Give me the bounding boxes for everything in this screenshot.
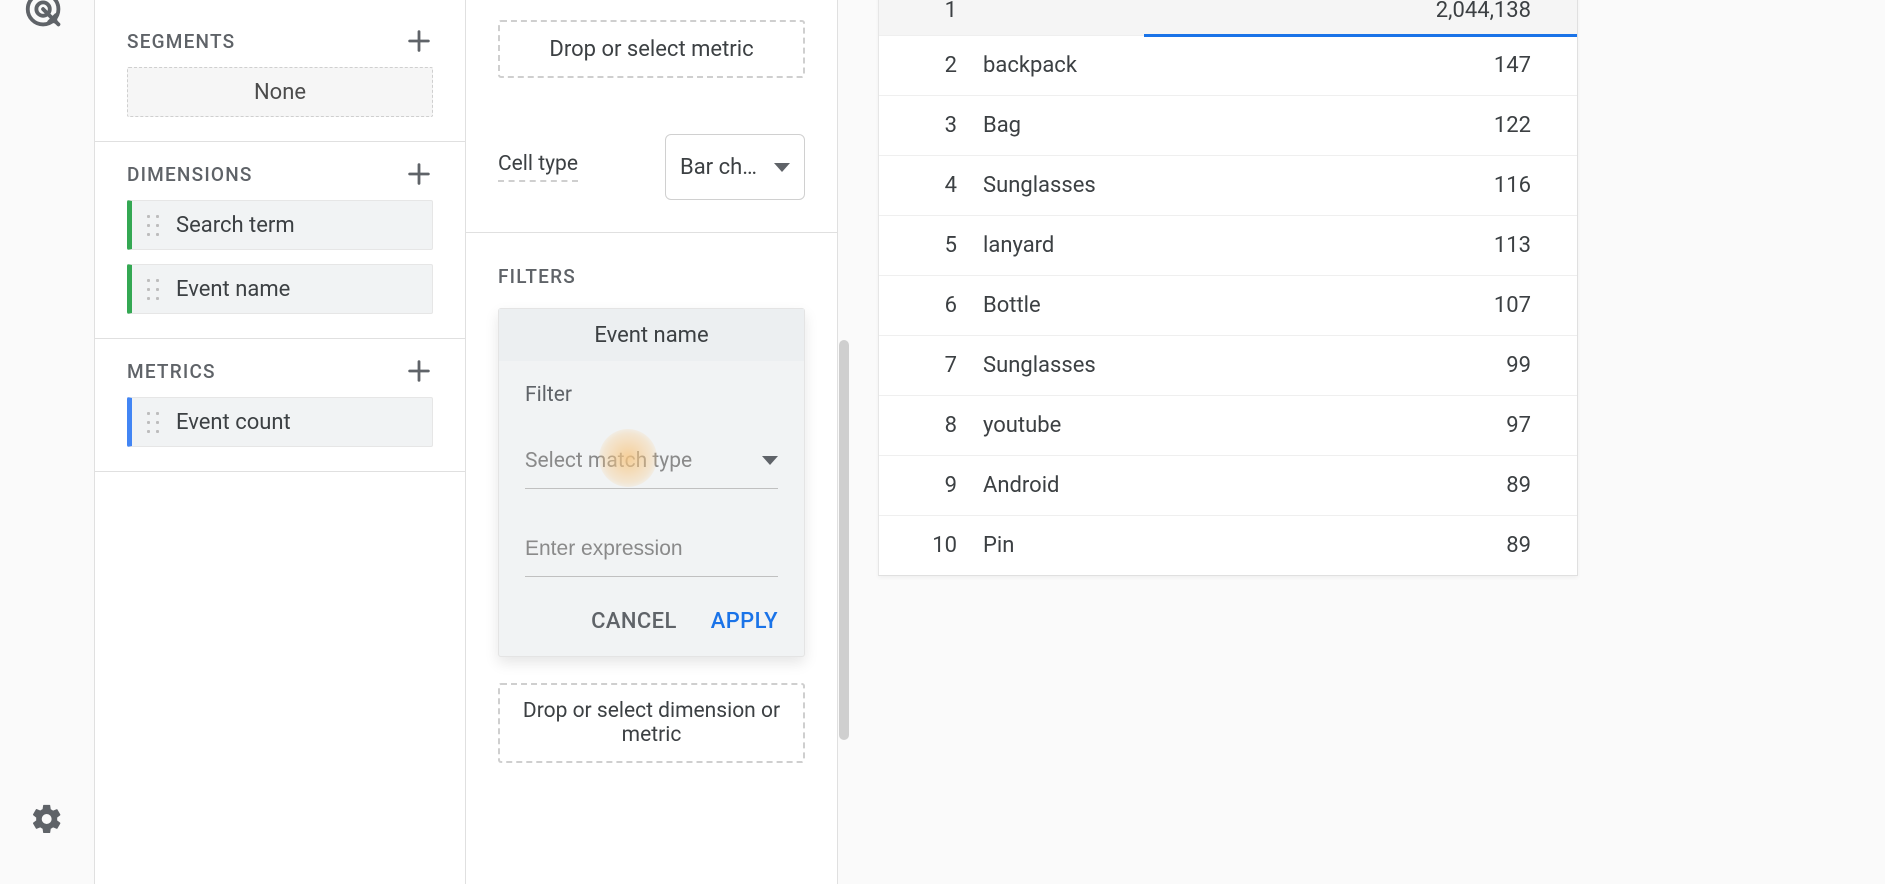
filter-label: Filter	[525, 383, 778, 407]
row-term: Pin	[975, 533, 1145, 558]
row-value: 116	[1145, 173, 1577, 198]
segments-title: SEGMENTS	[127, 30, 235, 53]
dimension-chip[interactable]: Search term	[127, 200, 433, 250]
table-row[interactable]: 5 lanyard 113	[879, 215, 1577, 275]
row-index: 7	[879, 353, 975, 378]
row-term: Bag	[975, 113, 1145, 138]
filter-expression-input-wrapper	[525, 521, 778, 577]
filter-panel: Event name Filter Select match type CANC…	[498, 308, 805, 657]
dimensions-title: DIMENSIONS	[127, 163, 253, 186]
filters-title: FILTERS	[498, 265, 805, 288]
cell-type-label: Cell type	[498, 152, 578, 182]
row-term: Android	[975, 473, 1145, 498]
row-term: youtube	[975, 413, 1145, 438]
metric-chip-label: Event count	[176, 410, 291, 435]
cell-type-select[interactable]: Bar ch…	[665, 134, 805, 200]
drag-handle-icon[interactable]	[144, 409, 162, 435]
drop-dimension-metric-zone[interactable]: Drop or select dimension or metric	[498, 683, 805, 763]
results-panel: 1 2,044,138 2 backpack 147 3 Bag 122 4 S…	[838, 0, 1885, 884]
row-index: 10	[879, 533, 975, 558]
row-value: 107	[1145, 293, 1577, 318]
row-index: 4	[879, 173, 975, 198]
filter-dimension-chip[interactable]: Event name	[499, 309, 804, 361]
add-metric-button[interactable]	[405, 357, 433, 385]
cell-type-value: Bar ch…	[680, 155, 757, 180]
table-row[interactable]: 6 Bottle 107	[879, 275, 1577, 335]
section-divider	[466, 232, 837, 233]
gear-icon[interactable]	[30, 802, 64, 836]
row-index: 9	[879, 473, 975, 498]
table-row[interactable]: 8 youtube 97	[879, 395, 1577, 455]
left-icon-rail	[0, 0, 94, 884]
table-row[interactable]: 3 Bag 122	[879, 95, 1577, 155]
row-index: 6	[879, 293, 975, 318]
metrics-title: METRICS	[127, 360, 216, 383]
row-index: 3	[879, 113, 975, 138]
row-term: Sunglasses	[975, 353, 1145, 378]
row-term: backpack	[975, 53, 1145, 78]
table-header-index: 1	[879, 0, 975, 23]
table-row[interactable]: 2 backpack 147	[879, 35, 1577, 95]
cancel-button[interactable]: CANCEL	[591, 609, 677, 634]
metrics-section: METRICS Event count	[95, 339, 465, 472]
row-value: 99	[1145, 353, 1577, 378]
variables-panel: SEGMENTS None DIMENSIONS Search term Eve…	[94, 0, 466, 884]
apply-button[interactable]: APPLY	[711, 609, 778, 634]
table-header-row: 1 2,044,138	[879, 0, 1577, 35]
results-table: 1 2,044,138 2 backpack 147 3 Bag 122 4 S…	[878, 0, 1578, 576]
match-type-placeholder: Select match type	[525, 449, 692, 473]
segments-section: SEGMENTS None	[95, 0, 465, 142]
filter-expression-input[interactable]	[525, 537, 778, 561]
row-value: 147	[1145, 53, 1577, 78]
dimension-chip-label: Search term	[176, 213, 295, 238]
row-value: 113	[1145, 233, 1577, 258]
match-type-select[interactable]: Select match type	[525, 433, 778, 489]
metric-chip[interactable]: Event count	[127, 397, 433, 447]
target-cursor-icon[interactable]	[22, 0, 68, 34]
chevron-down-icon	[762, 456, 778, 465]
add-segment-button[interactable]	[405, 27, 433, 55]
row-index: 8	[879, 413, 975, 438]
table-header-value[interactable]: 2,044,138	[1145, 0, 1577, 23]
config-panel: Drop or select metric Cell type Bar ch… …	[466, 0, 838, 884]
row-value: 122	[1145, 113, 1577, 138]
table-row[interactable]: 9 Android 89	[879, 455, 1577, 515]
segments-placeholder[interactable]: None	[127, 67, 433, 117]
drag-handle-icon[interactable]	[144, 212, 162, 238]
table-row[interactable]: 10 Pin 89	[879, 515, 1577, 575]
row-value: 89	[1145, 533, 1577, 558]
row-index: 2	[879, 53, 975, 78]
row-term: Sunglasses	[975, 173, 1145, 198]
chevron-down-icon	[774, 163, 790, 172]
table-row[interactable]: 7 Sunglasses 99	[879, 335, 1577, 395]
drop-metric-zone[interactable]: Drop or select metric	[498, 20, 805, 78]
dimension-chip[interactable]: Event name	[127, 264, 433, 314]
dimension-chip-label: Event name	[176, 277, 290, 302]
row-value: 97	[1145, 413, 1577, 438]
row-value: 89	[1145, 473, 1577, 498]
row-index: 5	[879, 233, 975, 258]
dimensions-section: DIMENSIONS Search term Event name	[95, 142, 465, 339]
row-term: lanyard	[975, 233, 1145, 258]
row-term: Bottle	[975, 293, 1145, 318]
drag-handle-icon[interactable]	[144, 276, 162, 302]
table-row[interactable]: 4 Sunglasses 116	[879, 155, 1577, 215]
add-dimension-button[interactable]	[405, 160, 433, 188]
